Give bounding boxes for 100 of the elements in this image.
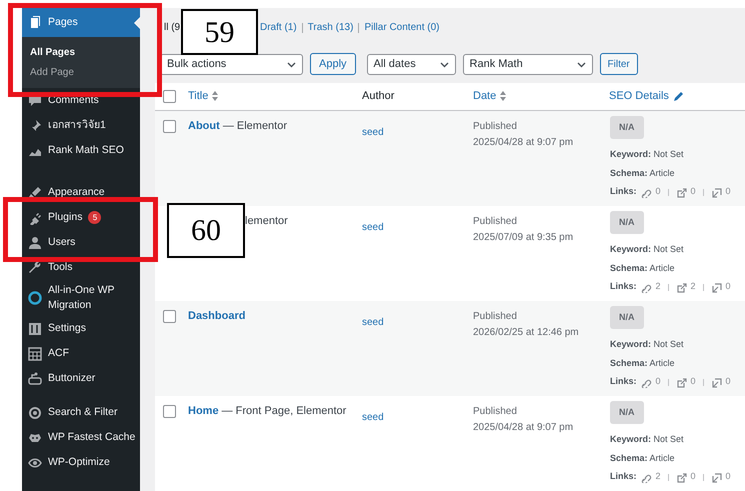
post-status: Published bbox=[473, 214, 518, 229]
links-label: Links: bbox=[610, 280, 637, 294]
menu-item[interactable]: เอกสารวิจัย1 bbox=[22, 113, 140, 138]
schema-info: Schema: Article bbox=[610, 166, 675, 180]
links-label: Links: bbox=[610, 375, 637, 388]
menu-item[interactable]: ACF bbox=[22, 341, 140, 366]
post-date: 2025/04/28 at 9:07 pm bbox=[473, 136, 574, 150]
submenu-item[interactable]: Add Page bbox=[22, 62, 140, 82]
links-label: Links: bbox=[610, 470, 637, 484]
keyword-info: Keyword: Not Set bbox=[610, 338, 684, 352]
checkbox[interactable] bbox=[162, 310, 176, 323]
seo-score-badge: N/A bbox=[610, 116, 644, 140]
external-link-icon bbox=[676, 472, 687, 483]
seo-score-badge: N/A bbox=[610, 400, 644, 424]
menu-item[interactable]: Search & Filter bbox=[22, 400, 140, 425]
menu-item[interactable]: Comments bbox=[22, 88, 140, 113]
link-count: 2 bbox=[656, 470, 661, 484]
checkbox[interactable] bbox=[162, 90, 176, 103]
author-link[interactable]: seed bbox=[362, 316, 384, 328]
brush-icon bbox=[28, 186, 42, 200]
submenu-item[interactable]: All Pages bbox=[22, 42, 140, 62]
seo-filter-select[interactable]: Rank Math bbox=[462, 54, 593, 76]
view-link[interactable]: Draft (1) bbox=[260, 20, 297, 36]
link-count: 0 bbox=[690, 185, 696, 198]
menu-item[interactable]: Appearance bbox=[22, 180, 140, 205]
author-link[interactable]: seed bbox=[362, 412, 384, 423]
menu-item[interactable]: WP Fastest Cache bbox=[22, 425, 140, 450]
bulk-actions-select[interactable]: Bulk actions bbox=[160, 54, 303, 76]
menu-item[interactable]: All-in-One WP Migration bbox=[22, 280, 140, 316]
post-status: Published bbox=[473, 404, 518, 419]
menu-item[interactable]: Plugins 5 bbox=[22, 205, 140, 230]
chevron-icon bbox=[287, 62, 296, 68]
schema-info: Schema: Article bbox=[610, 452, 675, 465]
plug-icon bbox=[28, 210, 42, 224]
author-link[interactable]: seed bbox=[362, 126, 384, 138]
page-state-label: lementor bbox=[245, 214, 288, 228]
link-count: 2 bbox=[690, 280, 696, 294]
chevron-icon bbox=[440, 62, 449, 68]
menu-item[interactable]: Settings bbox=[22, 316, 140, 341]
link-count: 0 bbox=[690, 470, 696, 484]
column-header[interactable]: Title bbox=[188, 88, 208, 105]
page-title-link[interactable]: Dashboard bbox=[188, 308, 246, 323]
seo-score-badge: N/A bbox=[610, 210, 644, 234]
incoming-link-icon bbox=[710, 376, 722, 388]
ring-icon bbox=[28, 291, 42, 305]
keyword-info: Keyword: Not Set bbox=[610, 243, 684, 256]
checkbox[interactable] bbox=[162, 120, 176, 133]
menu-item[interactable]: WP-Optimize bbox=[22, 450, 140, 475]
external-link-icon bbox=[676, 376, 687, 388]
external-link-icon bbox=[676, 282, 687, 293]
callout-number: 60 bbox=[167, 203, 245, 258]
grid-icon bbox=[28, 346, 42, 360]
menu-item[interactable]: Users bbox=[22, 230, 140, 255]
count-badge: 5 bbox=[88, 211, 102, 224]
keyword-info: Keyword: Not Set bbox=[610, 148, 684, 162]
menu-item[interactable]: Buttonizer bbox=[22, 366, 140, 391]
page-title-link[interactable]: About bbox=[188, 118, 220, 133]
view-link[interactable]: Pillar Content (0) bbox=[364, 20, 440, 36]
menu-item[interactable]: Rank Math SEO bbox=[22, 138, 140, 163]
author-link[interactable]: seed bbox=[362, 222, 384, 233]
column-header: Author bbox=[362, 89, 394, 104]
incoming-link-icon bbox=[710, 282, 722, 293]
date-select[interactable]: All dates bbox=[366, 54, 456, 76]
page-title-link[interactable]: Home bbox=[188, 404, 219, 418]
link-count: 2 bbox=[656, 280, 661, 294]
pages-icon bbox=[28, 16, 42, 30]
view-link[interactable]: ll (9 bbox=[164, 20, 180, 36]
links-label: Links: bbox=[610, 185, 637, 198]
chevron-icon bbox=[576, 62, 586, 68]
page-state-label: — Elementor bbox=[222, 118, 288, 133]
link-count: 0 bbox=[726, 185, 731, 198]
column-header[interactable]: Date bbox=[473, 88, 496, 105]
apply-button[interactable]: Apply bbox=[310, 53, 356, 76]
link-count: 0 bbox=[726, 280, 731, 294]
post-date: 2025/04/28 at 9:07 pm bbox=[473, 420, 574, 435]
link-count: 0 bbox=[726, 470, 731, 484]
eye-icon bbox=[28, 456, 42, 470]
page-state-label: — Front Page, Elementor bbox=[220, 404, 346, 418]
callout-number: 59 bbox=[181, 9, 258, 55]
column-header[interactable]: SEO Details bbox=[609, 88, 669, 105]
incoming-link-icon bbox=[710, 472, 722, 483]
schema-info: Schema: Article bbox=[610, 356, 675, 370]
post-date: 2025/07/09 at 9:35 pm bbox=[473, 230, 574, 245]
post-status: Published bbox=[473, 310, 518, 324]
link-count: 0 bbox=[656, 185, 661, 198]
incoming-link-icon bbox=[710, 186, 722, 198]
checkbox[interactable] bbox=[162, 404, 176, 418]
post-date: 2026/02/25 at 12:46 pm bbox=[473, 326, 580, 340]
keyword-info: Keyword: Not Set bbox=[610, 433, 684, 446]
link-count: 0 bbox=[690, 375, 696, 388]
view-link[interactable]: Trash (13) bbox=[308, 20, 354, 36]
seo-score-badge: N/A bbox=[610, 306, 644, 330]
gear-icon bbox=[28, 406, 42, 420]
external-link-icon bbox=[676, 186, 687, 198]
link-count: 0 bbox=[726, 375, 731, 388]
filter-button[interactable]: Filter bbox=[600, 53, 638, 76]
post-status: Published bbox=[473, 120, 518, 134]
user-icon bbox=[28, 236, 42, 250]
menu-item[interactable]: Pages bbox=[22, 8, 140, 37]
menu-item[interactable]: Tools bbox=[22, 255, 140, 280]
